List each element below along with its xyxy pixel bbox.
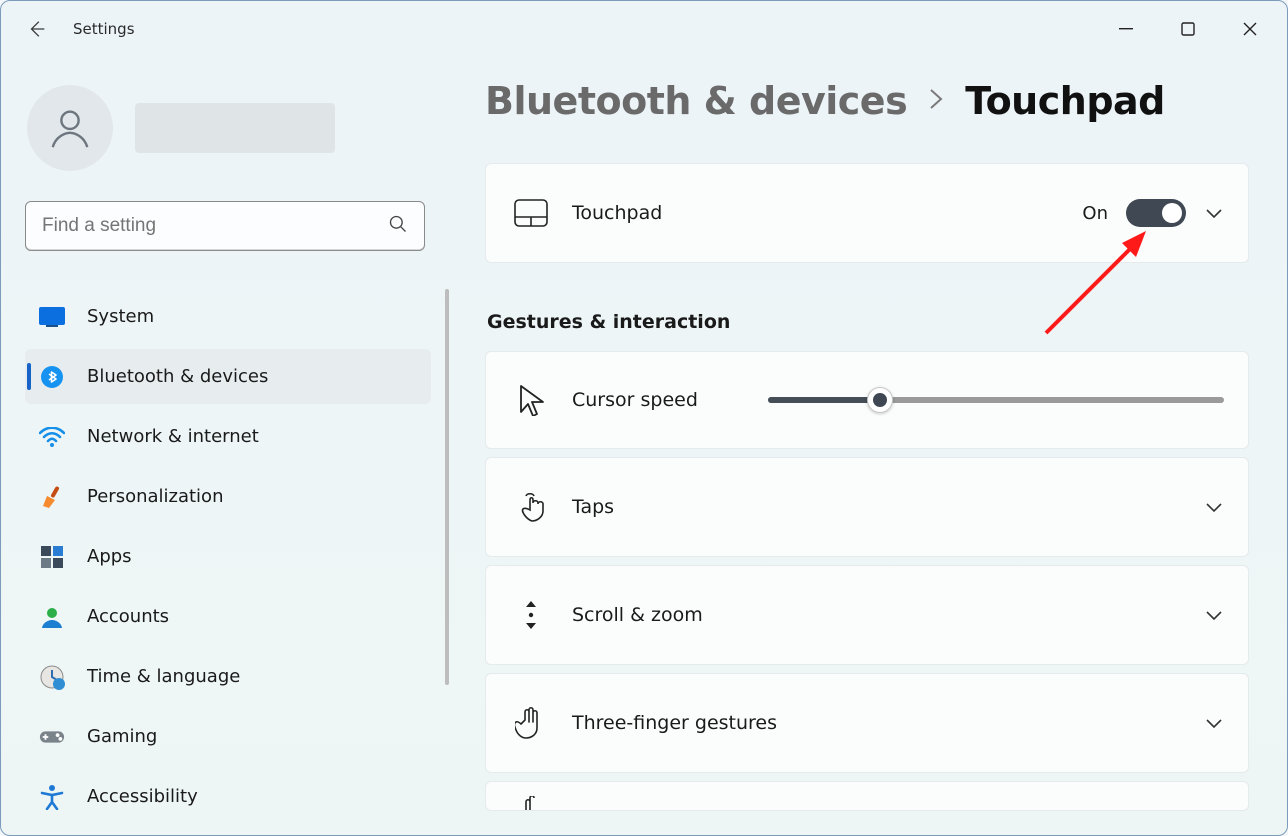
main-content: Bluetooth & devices Touchpad Touchpad On… bbox=[485, 79, 1255, 835]
sidebar-item-accounts[interactable]: Accounts bbox=[25, 589, 431, 644]
sidebar-item-system[interactable]: System bbox=[25, 289, 431, 344]
wifi-icon bbox=[39, 424, 65, 450]
accessibility-icon bbox=[39, 784, 65, 810]
sidebar-item-label: Network & internet bbox=[87, 426, 259, 447]
person-icon bbox=[47, 105, 93, 151]
next-card-partial[interactable] bbox=[485, 781, 1249, 811]
settings-window: Settings bbox=[0, 0, 1288, 836]
sidebar-item-accessibility[interactable]: Accessibility bbox=[25, 769, 431, 824]
sidebar-item-bluetooth-devices[interactable]: Bluetooth & devices bbox=[25, 349, 431, 404]
maximize-button[interactable] bbox=[1157, 4, 1219, 54]
scroll-icon bbox=[510, 598, 552, 632]
touchpad-toggle-card[interactable]: Touchpad On bbox=[485, 163, 1249, 263]
account-icon bbox=[39, 604, 65, 630]
scroll-zoom-card[interactable]: Scroll & zoom bbox=[485, 565, 1249, 665]
taps-card[interactable]: Taps bbox=[485, 457, 1249, 557]
search-icon bbox=[388, 214, 408, 238]
hand-icon bbox=[510, 796, 552, 810]
tap-icon bbox=[510, 490, 552, 524]
gamepad-icon bbox=[39, 724, 65, 750]
cursor-speed-slider[interactable] bbox=[768, 380, 1224, 420]
paintbrush-icon bbox=[39, 484, 65, 510]
titlebar: Settings bbox=[1, 1, 1287, 56]
cursor-speed-label: Cursor speed bbox=[572, 389, 698, 411]
expand-button[interactable] bbox=[1204, 605, 1224, 625]
chevron-down-icon bbox=[1204, 203, 1224, 223]
sidebar-item-label: System bbox=[87, 306, 154, 327]
sidebar-item-time-language[interactable]: Time & language bbox=[25, 649, 431, 704]
nav: System Bluetooth & devices Network & int… bbox=[25, 289, 431, 824]
touchpad-icon bbox=[510, 199, 552, 227]
sidebar-item-label: Accounts bbox=[87, 606, 169, 627]
slider-track bbox=[768, 397, 1224, 403]
scroll-zoom-label: Scroll & zoom bbox=[572, 604, 703, 626]
minimize-icon bbox=[1119, 22, 1133, 36]
bluetooth-icon bbox=[39, 364, 65, 390]
page-title: Touchpad bbox=[965, 79, 1165, 123]
sidebar-item-label: Bluetooth & devices bbox=[87, 366, 268, 387]
sidebar-item-label: Personalization bbox=[87, 486, 223, 507]
chevron-down-icon bbox=[1204, 605, 1224, 625]
profile-name-placeholder bbox=[135, 103, 335, 153]
back-button[interactable] bbox=[19, 11, 55, 47]
chevron-down-icon bbox=[1204, 497, 1224, 517]
breadcrumb: Bluetooth & devices Touchpad bbox=[485, 79, 1255, 123]
arrow-left-icon bbox=[26, 18, 48, 40]
sidebar-item-apps[interactable]: Apps bbox=[25, 529, 431, 584]
nav-scrollbar[interactable] bbox=[445, 289, 449, 685]
monitor-icon bbox=[39, 304, 65, 330]
window-controls bbox=[1095, 4, 1281, 54]
toggle-state-text: On bbox=[1082, 203, 1108, 224]
minimize-button[interactable] bbox=[1095, 4, 1157, 54]
maximize-icon bbox=[1181, 22, 1195, 36]
sidebar-item-label: Time & language bbox=[87, 666, 240, 687]
three-finger-card[interactable]: Three-finger gestures bbox=[485, 673, 1249, 773]
touchpad-label: Touchpad bbox=[572, 202, 662, 224]
sidebar-item-network[interactable]: Network & internet bbox=[25, 409, 431, 464]
profile-block[interactable] bbox=[27, 85, 443, 171]
sidebar-item-label: Gaming bbox=[87, 726, 157, 747]
avatar bbox=[27, 85, 113, 171]
cursor-speed-card: Cursor speed bbox=[485, 351, 1249, 449]
cursor-icon bbox=[510, 384, 552, 416]
expand-button[interactable] bbox=[1204, 203, 1224, 223]
close-button[interactable] bbox=[1219, 4, 1281, 54]
chevron-right-icon bbox=[927, 85, 945, 118]
app-title: Settings bbox=[73, 20, 135, 38]
sidebar-item-label: Accessibility bbox=[87, 786, 198, 807]
expand-button[interactable] bbox=[1204, 497, 1224, 517]
close-icon bbox=[1243, 22, 1257, 36]
sidebar-item-personalization[interactable]: Personalization bbox=[25, 469, 431, 524]
search-input[interactable] bbox=[42, 215, 374, 237]
section-title: Gestures & interaction bbox=[487, 311, 1255, 333]
chevron-down-icon bbox=[1204, 713, 1224, 733]
left-column: System Bluetooth & devices Network & int… bbox=[1, 61, 461, 829]
breadcrumb-parent[interactable]: Bluetooth & devices bbox=[485, 79, 907, 123]
three-finger-label: Three-finger gestures bbox=[572, 712, 777, 734]
search-box[interactable] bbox=[25, 201, 425, 251]
touchpad-toggle[interactable] bbox=[1126, 199, 1186, 227]
expand-button[interactable] bbox=[1204, 713, 1224, 733]
taps-label: Taps bbox=[572, 496, 614, 518]
clock-globe-icon bbox=[39, 664, 65, 690]
hand-icon bbox=[510, 706, 552, 740]
apps-icon bbox=[39, 544, 65, 570]
sidebar-item-label: Apps bbox=[87, 546, 132, 567]
slider-thumb[interactable] bbox=[867, 387, 893, 413]
sidebar-item-gaming[interactable]: Gaming bbox=[25, 709, 431, 764]
